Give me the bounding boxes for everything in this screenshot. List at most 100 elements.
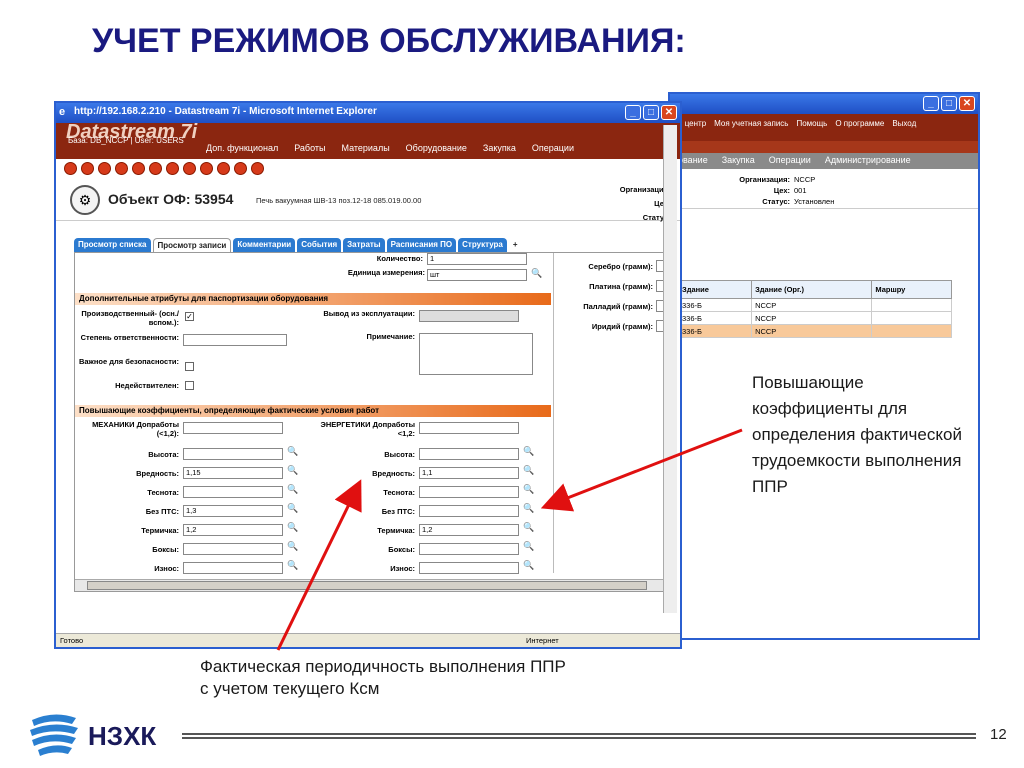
unit-field[interactable]: шт (427, 269, 527, 281)
object-description: Печь вакуумная ШВ-13 поз.12-18 085.019.0… (256, 196, 422, 205)
production-checkbox[interactable]: ✓ (185, 312, 194, 321)
maximize-icon[interactable]: □ (941, 96, 957, 111)
column-header[interactable]: Маршру (871, 280, 952, 299)
nav-equipment[interactable]: Оборудование (406, 143, 467, 153)
menu-item-account[interactable]: Моя учетная запись (714, 119, 788, 141)
maximize-icon[interactable]: □ (643, 105, 659, 120)
height-mech-field[interactable] (183, 448, 283, 460)
no-pts-mech-field[interactable]: 1,3 (183, 505, 283, 517)
search-icon[interactable]: 🔍 (523, 522, 534, 533)
thermal-mech-field[interactable]: 1,2 (183, 524, 283, 536)
search-icon[interactable]: 🔍 (523, 541, 534, 552)
palladium-label: Палладий (грамм): (583, 302, 653, 311)
form-horizontal-scrollbar[interactable] (75, 579, 663, 591)
thermal-energy-label: Термичка: (377, 526, 415, 535)
table-row-selected[interactable]: 336-Б NCCP (677, 324, 952, 338)
settings-icon[interactable] (183, 162, 196, 175)
safety-checkbox[interactable] (185, 362, 194, 371)
no-pts-energy-field[interactable] (419, 505, 519, 517)
energetics-field[interactable] (419, 422, 519, 434)
tab-pm-schedules[interactable]: Расписания ПО (386, 238, 457, 252)
tab-list-view[interactable]: Просмотр списка (74, 238, 151, 252)
minimize-icon[interactable]: _ (625, 105, 641, 120)
footer-line (182, 733, 976, 739)
nav-materials[interactable]: Материалы (341, 143, 389, 153)
mechanics-field[interactable] (183, 422, 283, 434)
nav-item-operations[interactable]: Операции (769, 155, 811, 169)
back-icon[interactable] (64, 162, 77, 175)
close-icon[interactable]: ✕ (661, 105, 677, 120)
table-row[interactable]: 336-Б NCCP (677, 311, 952, 325)
nav-extra[interactable]: Доп. функционал (206, 143, 278, 153)
invalid-checkbox[interactable] (185, 381, 194, 390)
tab-record-view[interactable]: Просмотр записи (152, 238, 232, 252)
annotation-periodicity: Фактическая периодичность выполнения ППР… (200, 657, 566, 698)
search-icon[interactable]: 🔍 (523, 560, 534, 571)
nav-item-purchase[interactable]: Закупка (722, 155, 755, 169)
search-icon[interactable]: 🔍 (287, 541, 298, 552)
tightness-energy-field[interactable] (419, 486, 519, 498)
withdraw-field[interactable] (419, 310, 519, 322)
remove-icon[interactable] (115, 162, 128, 175)
search-icon[interactable]: 🔍 (287, 522, 298, 533)
search-icon[interactable]: 🔍 (287, 503, 298, 514)
height-energy-field[interactable] (419, 448, 519, 460)
wear-energy-field[interactable] (419, 562, 519, 574)
table-row[interactable]: 336-Б NCCP (677, 298, 952, 312)
menu-item-help[interactable]: Помощь (796, 119, 827, 141)
status-label: Статус: (762, 197, 790, 206)
search-icon[interactable]: 🔍 (287, 560, 298, 571)
search-icon[interactable]: 🔍 (523, 484, 534, 495)
nav-item-admin[interactable]: Администрирование (825, 155, 911, 169)
browser-window: e http://192.168.2.210 - Datastream 7i -… (54, 101, 682, 649)
search-icon[interactable]: 🔍 (287, 446, 298, 457)
tab-events[interactable]: События (297, 238, 342, 252)
up-icon[interactable] (149, 162, 162, 175)
refresh-icon[interactable] (217, 162, 230, 175)
search-icon[interactable]: 🔍 (287, 465, 298, 476)
tab-structure[interactable]: Структура (458, 238, 507, 252)
search-icon[interactable]: 🔍 (523, 465, 534, 476)
close-icon[interactable]: ✕ (959, 96, 975, 111)
column-header[interactable]: Здание (Орг.) (751, 280, 873, 299)
window-vertical-scrollbar[interactable] (663, 125, 677, 613)
responsibility-select[interactable] (183, 334, 287, 346)
print-icon[interactable] (200, 162, 213, 175)
note-label: Примечание: (366, 332, 415, 341)
tab-comments[interactable]: Комментарии (233, 238, 296, 252)
tightness-mech-field[interactable] (183, 486, 283, 498)
menu-item-about[interactable]: О программе (835, 119, 884, 141)
tab-costs[interactable]: Затраты (343, 238, 385, 252)
search-icon[interactable]: 🔍 (287, 484, 298, 495)
harm-energy-field[interactable]: 1,1 (419, 467, 519, 479)
search-icon[interactable]: 🔍 (523, 446, 534, 457)
object-org-labels: Организация Цех Статус (619, 185, 668, 222)
main-nav: Доп. функционал Работы Материалы Оборудо… (206, 143, 574, 153)
tab-add[interactable]: + (508, 238, 522, 252)
search-icon[interactable]: 🔍 (523, 503, 534, 514)
minimize-icon[interactable]: _ (923, 96, 939, 111)
note-textarea[interactable] (419, 333, 533, 375)
toolbar (56, 159, 680, 181)
boxes-mech-field[interactable] (183, 543, 283, 555)
quantity-field[interactable]: 1 (427, 253, 527, 265)
save-icon[interactable] (81, 162, 94, 175)
add-icon[interactable] (98, 162, 111, 175)
column-header[interactable]: Здание (677, 280, 753, 299)
help-icon[interactable] (234, 162, 247, 175)
silver-label: Серебро (грамм): (588, 262, 653, 271)
boxes-energy-field[interactable] (419, 543, 519, 555)
nav-item[interactable]: ование (678, 155, 708, 169)
harm-mech-field[interactable]: 1,15 (183, 467, 283, 479)
menu-item[interactable]: й центр (678, 119, 706, 141)
search-icon[interactable]: 🔍 (531, 268, 542, 279)
thermal-energy-field[interactable]: 1,2 (419, 524, 519, 536)
menu-item-logout[interactable]: Выход (892, 119, 916, 141)
nav-purchase[interactable]: Закупка (483, 143, 516, 153)
copy-icon[interactable] (166, 162, 179, 175)
down-icon[interactable] (132, 162, 145, 175)
nav-work[interactable]: Работы (294, 143, 325, 153)
wear-mech-field[interactable] (183, 562, 283, 574)
nav-operations[interactable]: Операции (532, 143, 574, 153)
info-icon[interactable] (251, 162, 264, 175)
